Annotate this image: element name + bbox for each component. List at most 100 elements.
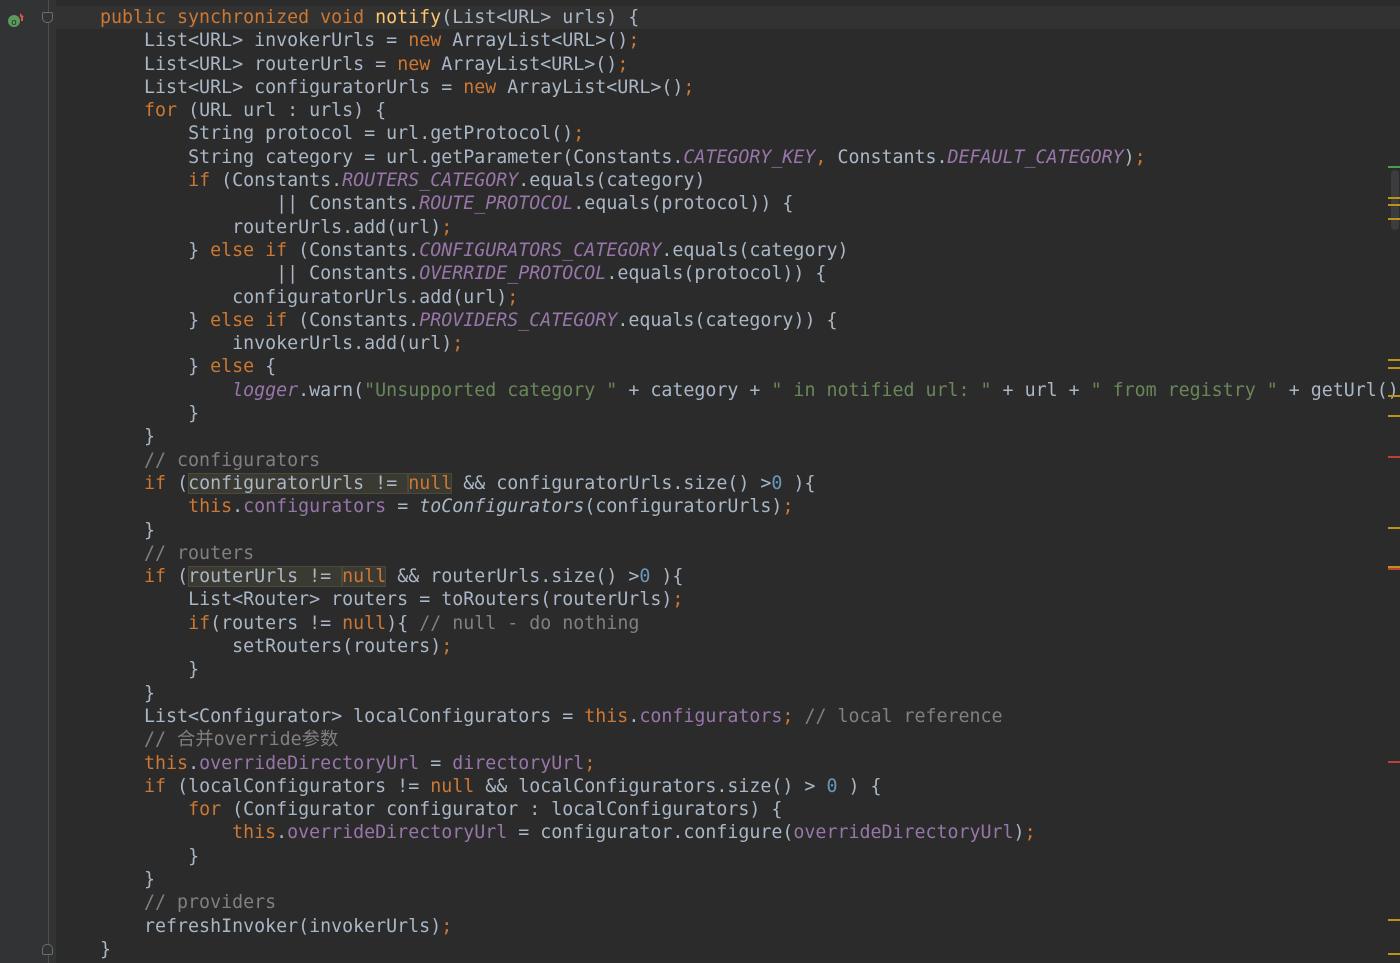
code-token: directoryUrl: [452, 752, 585, 774]
code-line[interactable]: } else if (Constants.CONFIGURATORS_CATEG…: [100, 239, 1399, 262]
code-line[interactable]: if (routerUrls != null && routerUrls.siz…: [100, 565, 1399, 588]
code-line[interactable]: this.overrideDirectoryUrl = configurator…: [100, 821, 1399, 844]
code-line[interactable]: if (Constants.ROUTERS_CATEGORY.equals(ca…: [100, 169, 1399, 192]
code-token: setRouters(routers): [232, 636, 442, 658]
code-token: {: [265, 356, 277, 378]
code-line[interactable]: List<Configurator> localConfigurators = …: [100, 705, 1399, 728]
code-line[interactable]: if(routers != null){ // null - do nothin…: [100, 612, 1399, 635]
code-line[interactable]: configuratorUrls.add(url);: [100, 286, 1399, 309]
code-token: .equals(category): [518, 170, 706, 192]
code-token: "Unsupported category ": [364, 379, 618, 401]
code-line[interactable]: }: [100, 402, 1399, 425]
code-line[interactable]: routerUrls.add(url);: [100, 216, 1399, 239]
code-line[interactable]: || Constants.OVERRIDE_PROTOCOL.equals(pr…: [100, 262, 1399, 285]
code-line[interactable]: List<Router> routers = toRouters(routerU…: [100, 588, 1399, 611]
code-token: ;: [672, 589, 684, 611]
code-line[interactable]: List<URL> invokerUrls = new ArrayList<UR…: [100, 29, 1399, 52]
fold-collapse-icon[interactable]: [42, 12, 53, 23]
scrollbar-marker-red[interactable]: [1388, 456, 1400, 459]
code-line[interactable]: this.overrideDirectoryUrl = directoryUrl…: [100, 752, 1399, 775]
code-line[interactable]: this.configurators = toConfigurators(con…: [100, 495, 1399, 518]
code-token: .: [276, 822, 288, 844]
code-token: this: [584, 705, 629, 727]
code-area[interactable]: public synchronized void notify(List<URL…: [100, 6, 1399, 961]
scrollbar-marker-red[interactable]: [1388, 760, 1400, 763]
code-token: (configuratorUrls): [584, 496, 783, 518]
code-line[interactable]: || Constants.ROUTE_PROTOCOL.equals(proto…: [100, 192, 1399, 215]
code-line[interactable]: setRouters(routers);: [100, 635, 1399, 658]
code-token: ){: [386, 612, 420, 634]
scrollbar-marker-yellow[interactable]: [1388, 415, 1400, 418]
code-token: ;: [441, 915, 453, 937]
code-token: CONFIGURATORS_CATEGORY: [419, 239, 662, 261]
code-token: Constants.: [837, 146, 948, 168]
code-token: (Constants.: [298, 309, 420, 331]
scrollbar-marker-green[interactable]: [1388, 165, 1400, 168]
scrollbar-marker-yellow[interactable]: [1388, 204, 1400, 207]
code-token: (List<URL> urls) {: [441, 7, 640, 28]
code-line[interactable]: } else if (Constants.PROVIDERS_CATEGORY.…: [100, 309, 1399, 332]
scrollbar-marker-red[interactable]: [1388, 568, 1400, 571]
code-token: }: [188, 309, 211, 331]
code-editor[interactable]: o public synchronized void notify(List<U…: [0, 0, 1400, 963]
code-token: }: [188, 845, 200, 867]
code-line[interactable]: }: [100, 868, 1399, 891]
code-line[interactable]: } else {: [100, 355, 1399, 378]
code-line[interactable]: String category = url.getParameter(Const…: [100, 146, 1399, 169]
scrollbar-marker-yellow[interactable]: [1388, 217, 1400, 220]
code-line[interactable]: public synchronized void notify(List<URL…: [100, 6, 1399, 29]
code-line[interactable]: for (Configurator configurator : localCo…: [100, 798, 1399, 821]
code-line[interactable]: invokerUrls.add(url);: [100, 332, 1399, 355]
scrollbar[interactable]: [1386, 0, 1400, 963]
code-line[interactable]: for (URL url : urls) {: [100, 99, 1399, 122]
code-line[interactable]: if (localConfigurators != null && localC…: [100, 775, 1399, 798]
code-token: || Constants.: [276, 193, 420, 215]
code-token: ArrayList<URL>(): [507, 76, 684, 98]
code-line[interactable]: }: [100, 519, 1399, 542]
scrollbar-marker-yellow[interactable]: [1388, 526, 1400, 529]
code-line[interactable]: logger.warn("Unsupported category " + ca…: [100, 379, 1399, 402]
code-token: }: [188, 403, 200, 425]
override-method-icon[interactable]: o: [6, 11, 26, 29]
code-line[interactable]: // routers: [100, 542, 1399, 565]
scrollbar-marker-yellow[interactable]: [1388, 359, 1400, 362]
scrollbar-thumb[interactable]: [1391, 170, 1399, 230]
scrollbar-marker-yellow[interactable]: [1388, 197, 1400, 200]
scrollbar-marker-yellow[interactable]: [1388, 953, 1400, 956]
code-token: notify: [375, 7, 442, 28]
code-token: (Constants.: [298, 239, 420, 261]
code-line[interactable]: // providers: [100, 891, 1399, 914]
code-line[interactable]: }: [100, 682, 1399, 705]
code-token: else: [210, 356, 266, 378]
code-line[interactable]: // configurators: [100, 449, 1399, 472]
scrollbar-marker-yellow[interactable]: [1388, 918, 1400, 921]
code-token: ;: [782, 496, 794, 518]
code-line[interactable]: if (configuratorUrls != null && configur…: [100, 472, 1399, 495]
code-line[interactable]: String protocol = url.getProtocol();: [100, 122, 1399, 145]
scrollbar-marker-yellow[interactable]: [1388, 366, 1400, 369]
code-line[interactable]: }: [100, 425, 1399, 448]
code-token: else if: [210, 309, 299, 331]
code-token: .: [628, 705, 640, 727]
scrollbar-marker-yellow[interactable]: [1388, 394, 1400, 397]
code-token: List<URL> invokerUrls =: [144, 30, 409, 52]
code-line[interactable]: // 合并override参数: [100, 728, 1399, 751]
code-token: ) {: [837, 775, 882, 797]
code-line[interactable]: }: [100, 845, 1399, 868]
code-line[interactable]: }: [100, 658, 1399, 681]
code-line[interactable]: List<URL> configuratorUrls = new ArrayLi…: [100, 76, 1399, 99]
code-token: null: [342, 566, 387, 588]
code-line[interactable]: refreshInvoker(invokerUrls);: [100, 915, 1399, 938]
code-line[interactable]: }: [100, 938, 1399, 961]
code-token: && localConfigurators.size() >: [485, 775, 827, 797]
fold-end-icon[interactable]: [42, 944, 53, 955]
code-line[interactable]: List<URL> routerUrls = new ArrayList<URL…: [100, 53, 1399, 76]
